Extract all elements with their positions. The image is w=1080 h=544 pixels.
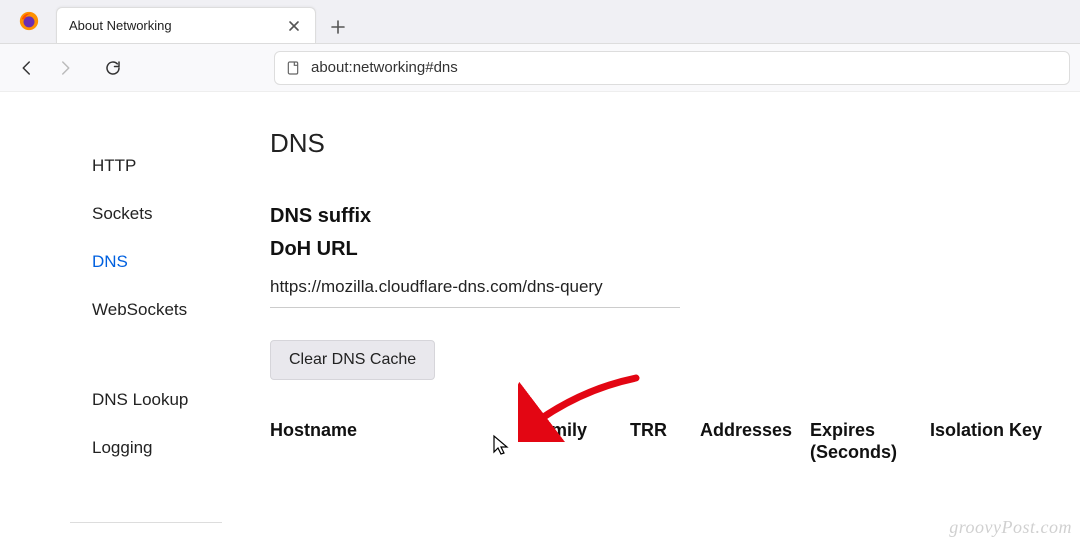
new-tab-button[interactable]: [322, 11, 354, 43]
watermark: groovyPost.com: [949, 517, 1072, 538]
dns-suffix-label: DNS suffix: [270, 205, 1070, 228]
tab-bar: About Networking: [0, 0, 1080, 44]
content-area: HTTP Sockets DNS WebSockets DNS Lookup L…: [0, 92, 1080, 544]
doh-url-label: DoH URL: [270, 238, 1070, 261]
toolbar: about:networking#dns: [0, 44, 1080, 92]
reload-button[interactable]: [96, 51, 130, 85]
sidebar-item-sockets[interactable]: Sockets: [0, 190, 226, 238]
tab-about-networking[interactable]: About Networking: [56, 7, 316, 43]
dns-table-header: Hostname Family TRR Addresses Expires (S…: [270, 420, 1070, 463]
close-icon[interactable]: [285, 17, 303, 35]
sidebar-item-logging[interactable]: Logging: [0, 424, 226, 472]
sidebar-item-http[interactable]: HTTP: [0, 142, 226, 190]
url-text: about:networking#dns: [311, 59, 458, 76]
tab-title: About Networking: [69, 18, 285, 33]
sidebar-divider: [70, 522, 222, 523]
sidebar: HTTP Sockets DNS WebSockets DNS Lookup L…: [0, 92, 226, 544]
page-title: DNS: [270, 128, 1070, 159]
forward-button[interactable]: [48, 51, 82, 85]
sidebar-item-dns[interactable]: DNS: [0, 238, 226, 286]
sidebar-item-websockets[interactable]: WebSockets: [0, 286, 226, 334]
sidebar-item-dns-lookup[interactable]: DNS Lookup: [0, 376, 226, 424]
col-hostname: Hostname: [270, 420, 530, 463]
back-button[interactable]: [10, 51, 44, 85]
clear-dns-cache-button[interactable]: Clear DNS Cache: [270, 340, 435, 380]
col-isolation-key: Isolation Key: [930, 420, 1070, 463]
url-bar[interactable]: about:networking#dns: [274, 51, 1070, 85]
col-trr: TRR: [630, 420, 700, 463]
main-panel: DNS DNS suffix DoH URL https://mozilla.c…: [226, 92, 1080, 544]
doh-url-value: https://mozilla.cloudflare-dns.com/dns-q…: [270, 271, 680, 308]
col-family: Family: [530, 420, 630, 463]
page-icon: [285, 60, 301, 76]
firefox-icon: [8, 0, 50, 43]
col-expires: Expires (Seconds): [810, 420, 930, 463]
col-addresses: Addresses: [700, 420, 810, 463]
